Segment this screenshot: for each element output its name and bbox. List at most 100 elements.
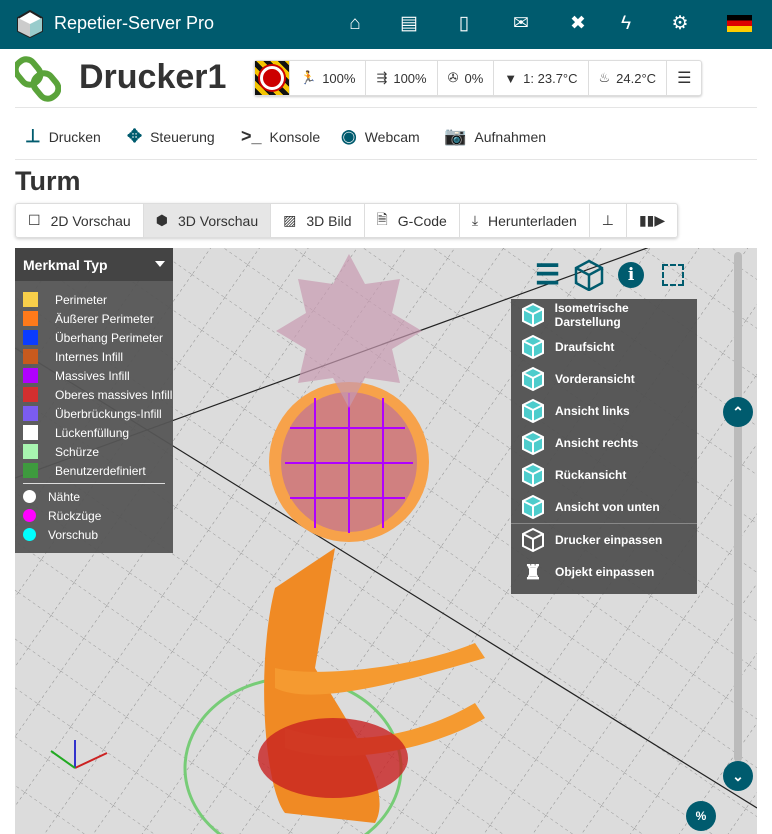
color-swatch [23,292,38,307]
expand-icon[interactable]: ✖ [566,13,590,35]
color-dot [23,509,36,522]
view-front-item[interactable]: Vorderansicht [511,363,697,395]
scrollbar[interactable] [734,252,742,762]
legend-item: Benutzerdefiniert [15,461,173,480]
color-swatch [23,368,38,383]
cube-left-icon [522,398,544,424]
section-title: Turm [15,166,81,196]
webcam-icon: ◉ [341,126,357,146]
gear-icon[interactable]: ⚙ [668,13,692,35]
color-dot [23,528,36,541]
image-icon: ▨ [283,212,297,228]
legend-divider [23,483,165,484]
view-fit-printer-item[interactable]: Drucker einpassen [511,524,697,556]
top-bar: Repetier-Server Pro ⌂ ▤ ▯ ✉ ✖ ϟ ⚙ [0,0,772,49]
flag-de-icon[interactable] [727,15,752,32]
view-left-item[interactable]: Ansicht links [511,395,697,427]
legend-marker: Nähte [15,487,173,506]
color-swatch [23,463,38,478]
color-swatch [23,349,38,364]
fan-status[interactable]: ✇ 0% [436,61,494,95]
emergency-stop-button[interactable] [255,61,289,95]
printer-name: Drucker1 [79,58,227,96]
view-toolbar: ☰ i [535,258,685,291]
info-icon[interactable]: i [618,261,645,288]
app-title: Repetier-Server Pro [54,13,215,33]
caret-down-icon [155,261,165,267]
cube-back-icon [522,462,544,488]
hamburger-icon[interactable]: ☰ [535,258,560,291]
view-back-item[interactable]: Rückansicht [511,459,697,491]
legend-item: Schürze [15,442,173,461]
view-menu: Isometrische Darstellung Draufsicht Vorder… [511,299,697,594]
legend-item: Überbrückungs-Infill [15,404,173,423]
queue-button[interactable]: ▮▮▶ [625,204,677,237]
cube-right-icon [522,430,544,456]
extruder-icon: ▼ [504,70,518,86]
legend-item: Lückenfüllung [15,423,173,442]
color-swatch [23,311,38,326]
tab-2d-preview[interactable]: ☐ 2D Vorschau [16,204,143,237]
nav-webcam[interactable]: ◉ Webcam [341,126,420,147]
nav-recordings[interactable]: 📷 Aufnahmen [444,126,546,147]
scroll-down-button[interactable]: ⌄ [723,761,753,791]
repetier-logo-icon [17,10,43,38]
view-top-item[interactable]: Draufsicht [511,331,697,363]
color-swatch [23,406,38,421]
divider [15,159,757,160]
file-code-icon: 🗎 [376,210,388,227]
flow-status[interactable]: ⇶ 100% [365,61,436,95]
print-icon: ⊥ [601,212,614,228]
view-bottom-item[interactable]: Ansicht von unten [511,491,697,523]
view-isometric-item[interactable]: Isometrische Darstellung [511,299,697,331]
legend-item: Überhang Perimeter [15,328,173,347]
tab-download[interactable]: ⤓ Herunterladen [458,204,589,237]
heated-bed-icon: ♨ [598,70,611,85]
status-bar: 🏃 100% ⇶ 100% ✇ 0% ▼ 1: 23.7°C ♨ 24.2°C ☰ [254,60,703,96]
bolt-icon[interactable]: ϟ [614,13,638,35]
view-fit-object-item[interactable]: ♜ Objekt einpassen [511,556,697,588]
menu-button[interactable]: ☰ [666,61,701,95]
legend-item: Äußerer Perimeter [15,309,173,328]
nav-console[interactable]: >_ Konsole [241,126,320,147]
tab-3d-image[interactable]: ▨ 3D Bild [270,204,363,237]
color-swatch [23,387,38,402]
bed-temp-status[interactable]: ♨ 24.2°C [587,61,667,95]
legend-marker: Rückzüge [15,506,173,525]
view-right-item[interactable]: Ansicht rechts [511,427,697,459]
running-icon: 🏃 [300,70,317,85]
divider [15,107,757,108]
move-icon: ✥ [127,126,143,146]
print-button[interactable]: ⊥ [588,204,626,237]
queue-icon: ▮▮▶ [638,212,666,228]
fan-icon: ✇ [447,70,459,85]
cube-top-icon [522,334,544,360]
printer-icon[interactable]: ▯ [452,13,476,35]
3d-viewport[interactable]: Merkmal Typ Perimeter Äußerer Perimeter Üb… [15,248,757,834]
legend-marker: Vorschub [15,525,173,544]
color-dot [23,490,36,503]
cube-view-icon[interactable] [574,259,604,291]
archive-icon[interactable]: ▤ [397,13,421,35]
color-swatch [23,444,38,459]
nav-print[interactable]: ⊥ Drucken [25,126,101,147]
preview-tabs: ☐ 2D Vorschau ⬢ 3D Vorschau ▨ 3D Bild 🗎 G-Co… [15,203,679,238]
legend-item: Internes Infill [15,347,173,366]
flow-icon: ⇶ [376,70,388,85]
speed-status[interactable]: 🏃 100% [289,61,365,95]
scroll-up-button[interactable]: ⌃ [723,397,753,427]
legend-dropdown[interactable]: Merkmal Typ [15,248,173,281]
tab-gcode[interactable]: 🗎 G-Code [363,204,459,237]
rook-icon: ♜ [524,561,542,584]
print-icon: ⊥ [25,126,41,146]
legend-panel: Merkmal Typ Perimeter Äußerer Perimeter Üb… [15,248,173,553]
extruder-temp-status[interactable]: ▼ 1: 23.7°C [493,61,587,95]
nav-control[interactable]: ✥ Steuerung [127,126,215,147]
mail-icon[interactable]: ✉ [509,13,533,35]
home-icon[interactable]: ⌂ [343,13,367,35]
tab-3d-preview[interactable]: ⬢ 3D Vorschau [142,204,271,237]
legend-item: Perimeter [15,290,173,309]
fullscreen-icon[interactable] [662,263,685,286]
cube-icon: ⬢ [155,212,168,228]
zoom-percent-button[interactable]: % [686,801,716,831]
